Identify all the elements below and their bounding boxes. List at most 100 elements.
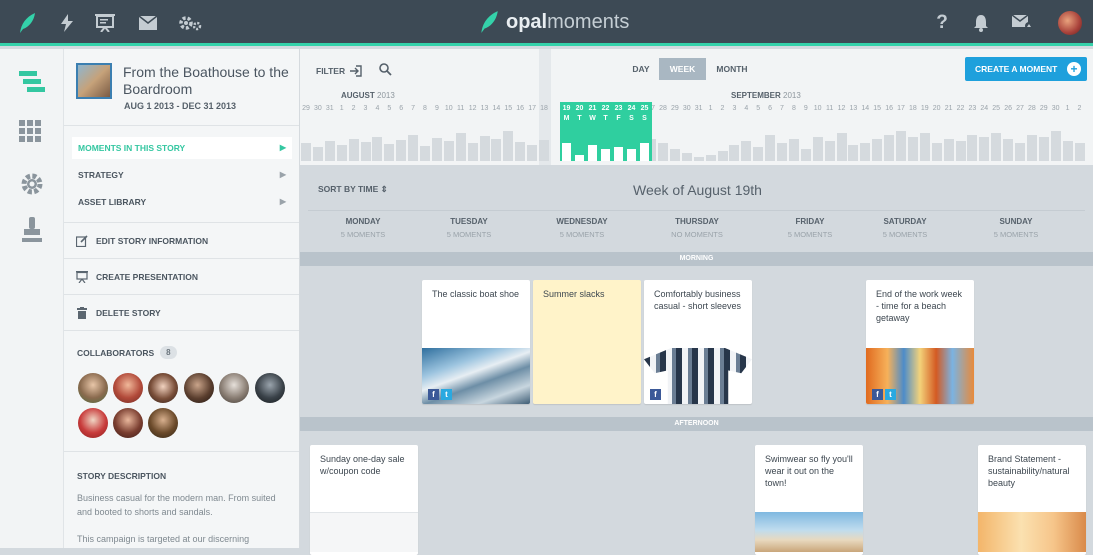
timeline-activity-bar[interactable] [991, 133, 1002, 161]
sort-by-time-button[interactable]: SORT BY TIME ⇕ [318, 184, 388, 195]
timeline-activity-bar[interactable] [467, 143, 478, 161]
moment-card[interactable]: Summer slacks [533, 280, 641, 404]
timeline-activity-bar[interactable] [455, 133, 466, 161]
timeline-activity-bar[interactable] [1003, 139, 1014, 161]
timeline-activity-bar[interactable] [527, 145, 538, 161]
timeline-activity-bar[interactable] [384, 144, 395, 161]
timeline-activity-bar[interactable] [884, 135, 895, 161]
moment-card[interactable]: Swimwear so fly you'll wear it out on th… [755, 445, 863, 555]
leaf-logo-icon[interactable] [16, 12, 38, 34]
timeline-activity-bar[interactable] [907, 137, 918, 161]
collaborator-avatar[interactable] [148, 408, 178, 438]
delete-story-button[interactable]: DELETE STORY [76, 307, 161, 319]
timeline-activity-bar[interactable] [658, 143, 668, 161]
timeline-activity-bar[interactable] [515, 142, 526, 161]
timeline-activity-bar[interactable] [336, 145, 347, 161]
story-thumbnail[interactable] [76, 63, 112, 99]
timeline-activity-bar[interactable] [896, 131, 906, 161]
collaborator-avatar[interactable] [78, 408, 108, 438]
view-day-button[interactable]: DAY [624, 58, 658, 80]
timeline-activity-bar[interactable] [431, 138, 442, 161]
selected-week-highlight[interactable]: 19 M 20 T 21 W 22 T 23 F 24 S 25 S [560, 102, 652, 161]
timeline-activity-bar[interactable] [753, 147, 764, 161]
timeline-activity-bar[interactable] [979, 137, 990, 161]
search-icon[interactable] [379, 63, 392, 79]
timeline-activity-bar[interactable] [1062, 141, 1073, 161]
timeline-activity-bar[interactable] [443, 141, 454, 161]
timeline-activity-bar[interactable] [372, 137, 383, 161]
timeline-activity-bar[interactable] [669, 149, 680, 161]
nav-strategy[interactable]: STRATEGY ▶ [72, 164, 292, 186]
grid-icon[interactable] [19, 120, 45, 146]
create-moment-button[interactable]: CREATE A MOMENT + [965, 57, 1087, 81]
highlight-activity-bar[interactable] [627, 149, 636, 161]
timeline-activity-bar[interactable] [396, 140, 407, 161]
timeline-activity-bar[interactable] [729, 145, 740, 161]
collaborator-avatar[interactable] [113, 373, 143, 403]
user-avatar[interactable] [1058, 11, 1082, 35]
timeline-activity-bar[interactable] [872, 139, 883, 161]
stamp-icon[interactable] [19, 217, 45, 243]
timeline-activity-bar[interactable] [539, 140, 549, 161]
timeline-activity-bar[interactable] [1050, 131, 1061, 161]
moment-card[interactable]: End of the work week - time for a beach … [866, 280, 974, 404]
create-presentation-button[interactable]: CREATE PRESENTATION [76, 271, 198, 284]
highlight-activity-bar[interactable] [614, 147, 623, 161]
nav-moments-in-story[interactable]: MOMENTS IN THIS STORY ▶ [72, 137, 292, 159]
timeline-activity-bar[interactable] [860, 143, 871, 161]
help-icon[interactable]: ? [931, 12, 953, 34]
timeline-activity-bar[interactable] [1026, 135, 1037, 161]
timeline-activity-bar[interactable] [717, 151, 728, 161]
collaborator-avatar[interactable] [219, 373, 249, 403]
timeline-activity-bar[interactable] [705, 155, 716, 161]
collaborator-avatar[interactable] [113, 408, 143, 438]
timeline-activity-bar[interactable] [765, 135, 776, 161]
timeline-activity-bar[interactable] [312, 147, 323, 161]
highlight-activity-bar[interactable] [588, 145, 597, 161]
timeline-activity-bar[interactable] [919, 133, 930, 161]
timeline-activity-bar[interactable] [479, 136, 490, 161]
moment-card[interactable]: Brand Statement - sustainability/natural… [978, 445, 1086, 555]
timeline-activity-bar[interactable] [324, 141, 335, 161]
timeline-activity-bar[interactable] [777, 143, 787, 161]
timeline-activity-bar[interactable] [943, 139, 954, 161]
timeline-activity-bar[interactable] [812, 137, 823, 161]
highlight-activity-bar[interactable] [601, 149, 610, 161]
timeline-activity-bar[interactable] [800, 149, 811, 161]
timeline-activity-bar[interactable] [360, 142, 371, 161]
filter-button[interactable]: FILTER [316, 65, 362, 77]
moment-card[interactable]: Sunday one-day sale w/coupon code [310, 445, 418, 555]
highlight-activity-bar[interactable] [575, 155, 584, 161]
mail-icon[interactable] [137, 12, 159, 34]
stories-icon[interactable] [19, 69, 45, 95]
bell-icon[interactable] [970, 12, 992, 34]
edit-story-button[interactable]: EDIT STORY INFORMATION [75, 235, 208, 248]
timeline-activity-bar[interactable] [301, 143, 311, 161]
moment-card[interactable]: The classic boat shoe f t [422, 280, 530, 404]
timeline-activity-bar[interactable] [788, 139, 799, 161]
moment-card[interactable]: Comfortably business casual - short slee… [644, 280, 752, 404]
timeline-activity-bar[interactable] [955, 141, 966, 161]
timeline-activity-bar[interactable] [348, 139, 359, 161]
timeline-activity-bar[interactable] [1015, 143, 1025, 161]
highlight-activity-bar[interactable] [640, 143, 649, 161]
timeline-activity-bar[interactable] [491, 139, 502, 161]
view-month-button[interactable]: MONTH [709, 58, 755, 80]
settings-icon[interactable] [177, 12, 203, 34]
nav-asset-library[interactable]: ASSET LIBRARY ▶ [72, 191, 292, 213]
view-week-button[interactable]: WEEK [659, 58, 706, 80]
collaborator-avatar[interactable] [184, 373, 214, 403]
gear-icon[interactable] [19, 171, 45, 197]
timeline-activity-bar[interactable] [824, 141, 835, 161]
highlight-activity-bar[interactable] [562, 143, 571, 161]
timeline-activity-bar[interactable] [420, 146, 430, 161]
collaborator-avatar[interactable] [78, 373, 108, 403]
timeline-activity-bar[interactable] [1038, 137, 1049, 161]
timeline-activity-bar[interactable] [408, 135, 419, 161]
lightning-icon[interactable] [56, 12, 78, 34]
messages-icon[interactable] [1011, 12, 1035, 34]
timeline-activity-bar[interactable] [503, 131, 514, 161]
timeline-activity-bar[interactable] [1074, 143, 1085, 161]
timeline-activity-bar[interactable] [931, 143, 942, 161]
timeline-activity-bar[interactable] [967, 135, 978, 161]
